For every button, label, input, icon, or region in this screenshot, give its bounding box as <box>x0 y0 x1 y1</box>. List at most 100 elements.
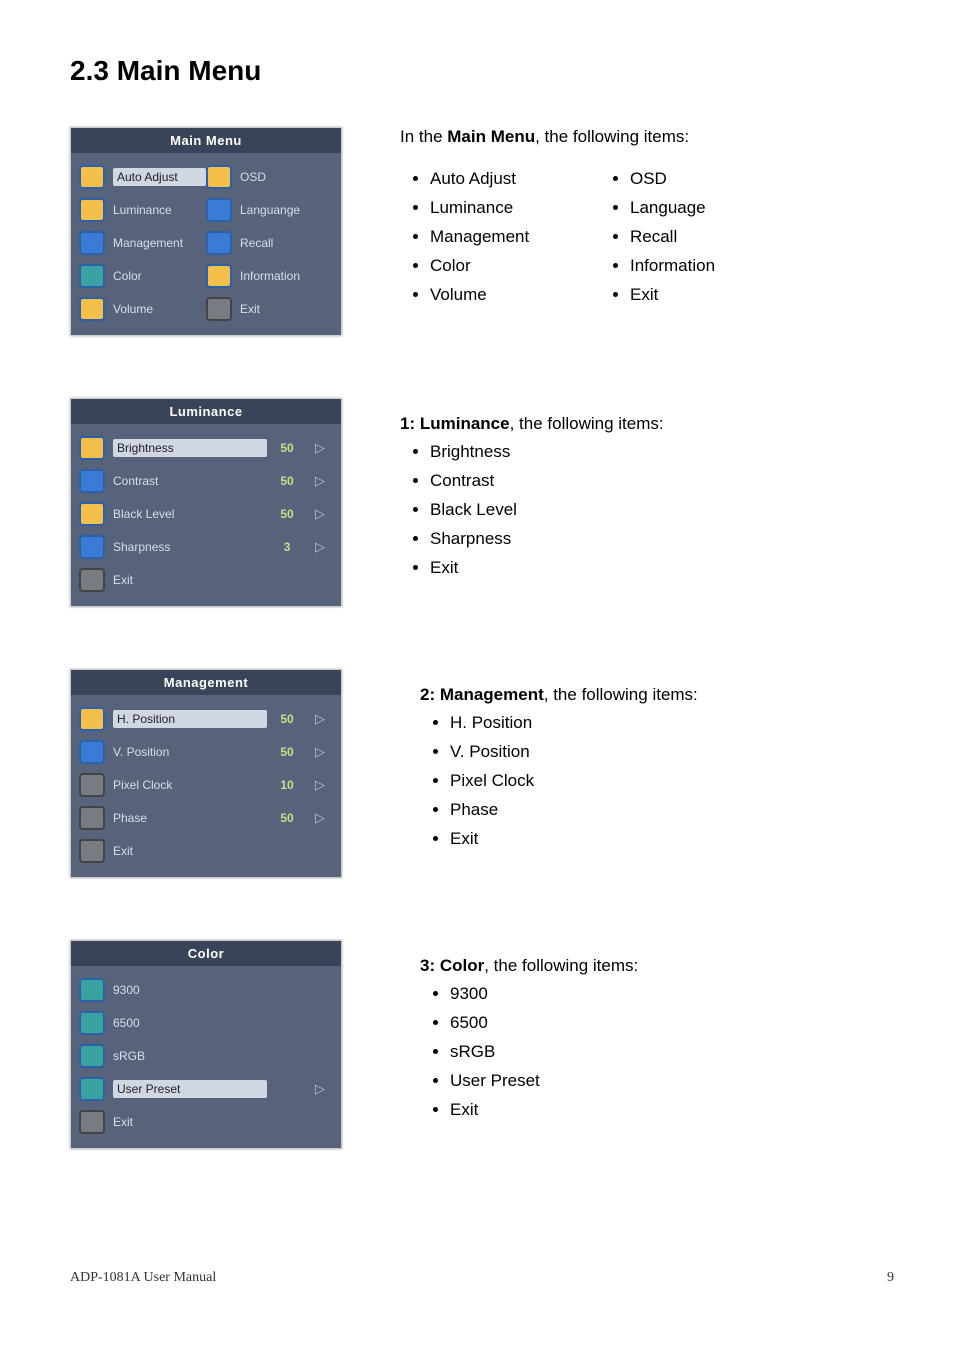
intro-prefix: 1: <box>400 414 420 433</box>
osd-row[interactable]: 9300 <box>79 975 333 1005</box>
osd-item-label: Exit <box>240 302 333 316</box>
bright-icon <box>79 436 105 460</box>
osd-title: Luminance <box>71 399 341 424</box>
osd-row[interactable]: H. Position50▷ <box>79 704 333 734</box>
block-color: Color 93006500sRGBUser Preset▷Exit 3: Co… <box>70 940 894 1171</box>
osd-item-value: 10 <box>267 778 307 792</box>
list-item: 6500 <box>450 1009 894 1038</box>
osd-item-label: Color <box>113 269 206 283</box>
osd-row[interactable]: Exit <box>79 836 333 866</box>
vpos-icon <box>79 740 105 764</box>
list-item: Brightness <box>430 438 894 467</box>
osd-item-label: Volume <box>113 302 206 316</box>
osd-row[interactable]: Contrast50▷ <box>79 466 333 496</box>
osd-icon <box>206 165 232 189</box>
osd-item-label: Management <box>113 236 206 250</box>
list-item: Information <box>630 252 715 281</box>
osd-item-label: Brightness <box>113 439 267 457</box>
intro-suffix: , the following items: <box>535 127 689 146</box>
list-item: Exit <box>630 281 715 310</box>
osd-item-value: 50 <box>267 441 307 455</box>
luminance-items-list: BrightnessContrastBlack LevelSharpnessEx… <box>400 438 894 582</box>
block-luminance: Luminance Brightness50▷Contrast50▷Black … <box>70 398 894 629</box>
osd-item-value: 50 <box>267 811 307 825</box>
list-item: 9300 <box>450 980 894 1009</box>
exit-icon <box>79 568 105 592</box>
exit-icon <box>79 1110 105 1134</box>
footer-page-number: 9 <box>887 1270 894 1286</box>
blacklevel-icon <box>79 502 105 526</box>
osd-row[interactable]: Volume Exit <box>79 294 333 324</box>
osd-row[interactable]: Exit <box>79 1107 333 1137</box>
chevron-right-icon: ▷ <box>307 1081 333 1097</box>
list-item: sRGB <box>450 1038 894 1067</box>
osd-color: Color 93006500sRGBUser Preset▷Exit <box>70 940 342 1149</box>
c2-icon <box>79 1011 105 1035</box>
osd-item-label: User Preset <box>113 1080 267 1098</box>
block-management: Management H. Position50▷V. Position50▷P… <box>70 669 894 900</box>
osd-row[interactable]: Brightness50▷ <box>79 433 333 463</box>
osd-row[interactable]: Sharpness3▷ <box>79 532 333 562</box>
intro-prefix: 2: <box>420 685 440 704</box>
osd-row[interactable]: Pixel Clock10▷ <box>79 770 333 800</box>
auto-icon <box>79 165 105 189</box>
list-item: Contrast <box>430 467 894 496</box>
osd-row[interactable]: V. Position50▷ <box>79 737 333 767</box>
list-item: Management <box>430 223 600 252</box>
osd-item-label: Languange <box>240 203 333 217</box>
osd-row[interactable]: Phase50▷ <box>79 803 333 833</box>
osd-item-label: 9300 <box>113 983 267 997</box>
list-item: Pixel Clock <box>450 767 894 796</box>
osd-item-label: 6500 <box>113 1016 267 1030</box>
main-menu-intro: In the Main Menu, the following items: <box>400 127 894 147</box>
clock-icon <box>79 773 105 797</box>
osd-item-label: Recall <box>240 236 333 250</box>
list-item: OSD <box>630 165 715 194</box>
osd-row[interactable]: Exit <box>79 565 333 595</box>
chevron-right-icon: ▷ <box>307 506 333 522</box>
footer-left: ADP-1081A User Manual <box>70 1270 216 1286</box>
osd-item-label: Luminance <box>113 203 206 217</box>
chevron-right-icon: ▷ <box>307 539 333 555</box>
list-item: H. Position <box>450 709 894 738</box>
intro-suffix: , the following items: <box>510 414 664 433</box>
chevron-right-icon: ▷ <box>307 810 333 826</box>
osd-management: Management H. Position50▷V. Position50▷P… <box>70 669 342 878</box>
chevron-right-icon: ▷ <box>307 744 333 760</box>
osd-row[interactable]: Luminance Languange <box>79 195 333 225</box>
osd-item-value: 50 <box>267 745 307 759</box>
osd-item-label: Exit <box>113 844 267 858</box>
management-intro: 2: Management, the following items: <box>420 685 894 705</box>
lang-icon <box>206 198 232 222</box>
c4-icon <box>79 1077 105 1101</box>
list-item: Recall <box>630 223 715 252</box>
color-icon <box>79 264 105 288</box>
osd-row[interactable]: ColorInformation <box>79 261 333 291</box>
osd-row[interactable]: sRGB <box>79 1041 333 1071</box>
intro-suffix: , the following items: <box>484 956 638 975</box>
sharp-icon <box>79 535 105 559</box>
mgmt-icon <box>79 231 105 255</box>
osd-row[interactable]: Auto AdjustOSD <box>79 162 333 192</box>
osd-row[interactable]: 6500 <box>79 1008 333 1038</box>
osd-item-label: Auto Adjust <box>113 168 206 186</box>
osd-item-value: 50 <box>267 474 307 488</box>
osd-row[interactable]: Management Recall <box>79 228 333 258</box>
osd-row[interactable]: Black Level50▷ <box>79 499 333 529</box>
intro-bold: Management <box>440 685 544 704</box>
chevron-right-icon: ▷ <box>307 440 333 456</box>
osd-item-value: 50 <box>267 507 307 521</box>
intro-prefix: 3: <box>420 956 440 975</box>
management-items-list: H. PositionV. PositionPixel ClockPhaseEx… <box>420 709 894 853</box>
main-menu-items-list: Auto AdjustLuminanceManagementColorVolum… <box>400 165 894 309</box>
list-item: Sharpness <box>430 525 894 554</box>
list-item: Exit <box>450 1096 894 1125</box>
intro-bold: Main Menu <box>447 127 535 146</box>
c1-icon <box>79 978 105 1002</box>
osd-item-label: H. Position <box>113 710 267 728</box>
intro-prefix: In the <box>400 127 447 146</box>
osd-row[interactable]: User Preset ▷ <box>79 1074 333 1104</box>
block-main-menu: Main Menu Auto AdjustOSDLuminanceLanguan… <box>70 127 894 358</box>
list-item: Auto Adjust <box>430 165 600 194</box>
c3-icon <box>79 1044 105 1068</box>
